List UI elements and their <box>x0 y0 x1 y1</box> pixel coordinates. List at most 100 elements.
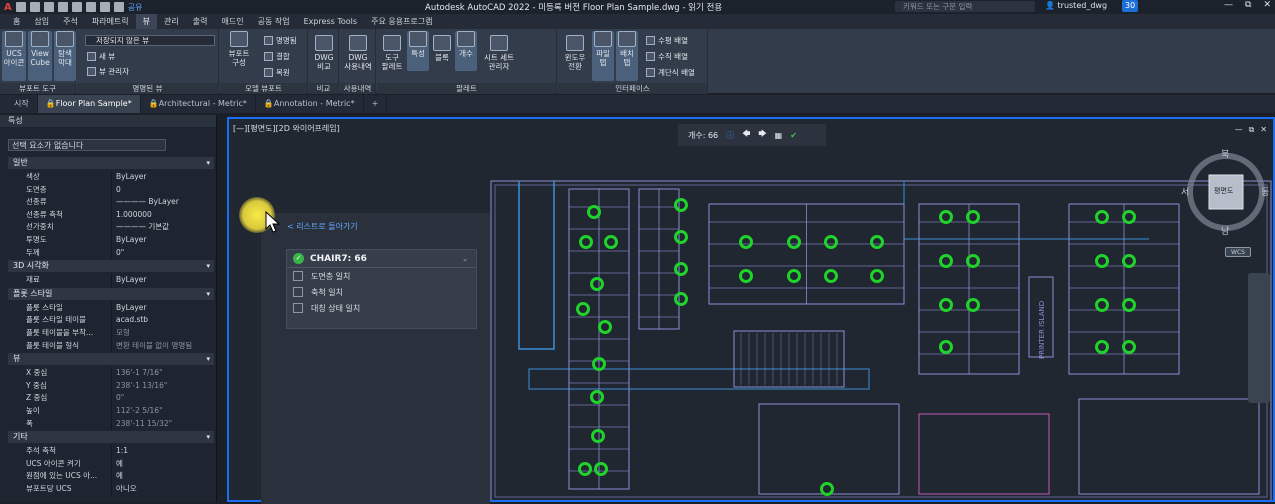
check-mirror-match[interactable]: 대칭 상태 일치 <box>287 300 476 316</box>
vp-minimize-button[interactable]: — <box>1235 125 1243 135</box>
web-mobile-icon[interactable] <box>71 2 82 12</box>
property-row[interactable]: 선종류 ———— ByLayer <box>8 196 214 209</box>
layout-tabs-button[interactable]: 배치 탭 <box>616 31 638 81</box>
new-tab-button[interactable]: + <box>364 95 388 113</box>
checkbox[interactable] <box>293 303 303 313</box>
property-value[interactable]: 모형 <box>112 327 130 340</box>
tab-collaborate[interactable]: 공동 작업 <box>251 14 297 29</box>
properties-button[interactable]: 특성 <box>407 31 429 71</box>
viewport-label[interactable]: [—][평면도][2D 와이어프레임] <box>233 123 340 134</box>
dwg-compare-button[interactable]: DWG 비교 <box>311 35 337 71</box>
property-row[interactable]: 플롯 스타일 테이블 acad.stb <box>8 314 214 327</box>
compass-east[interactable]: 동 <box>1261 185 1269 198</box>
property-row[interactable]: 선종류 축척 1.000000 <box>8 208 214 222</box>
tab-insert[interactable]: 삽입 <box>27 14 56 29</box>
check-scale-match[interactable]: 축척 일치 <box>287 284 476 300</box>
property-row[interactable]: 주석 축척 1:1 <box>8 445 214 458</box>
sheetset-manager-button[interactable]: 시트 세트 관리자 <box>481 35 517 71</box>
checkbox[interactable] <box>293 287 303 297</box>
doc-tab-floor-plan[interactable]: 🔒Floor Plan Sample* <box>37 95 141 113</box>
collapse-arrow-icon[interactable]: ▾ <box>206 260 210 272</box>
property-value[interactable]: acad.stb <box>112 314 148 327</box>
property-row[interactable]: Z 중심 0" <box>8 392 214 405</box>
close-button[interactable]: ✕ <box>1263 0 1271 10</box>
ucs-icon-button[interactable]: UCS 아이콘 <box>2 31 26 81</box>
tab-featured-apps[interactable]: 주요 응용프로그램 <box>364 14 439 29</box>
property-value[interactable]: 1.000000 <box>112 209 152 222</box>
restore-button[interactable]: ⧉ <box>1245 0 1251 10</box>
check-layer-match[interactable]: 도면층 일치 <box>287 268 476 284</box>
tab-view[interactable]: 뷰 <box>135 14 158 29</box>
search-input[interactable]: 키워드 또는 구문 입력 <box>895 1 1035 12</box>
property-value[interactable]: 0" <box>112 392 124 405</box>
tab-output[interactable]: 출력 <box>186 14 215 29</box>
property-value[interactable]: ———— ByLayer <box>112 196 179 209</box>
compass-north[interactable]: 북 <box>1221 147 1229 160</box>
property-row[interactable]: 원점에 있는 UCS 아... 예 <box>8 470 214 483</box>
property-value[interactable]: 변환 테이블 없이 명명됨 <box>112 340 192 353</box>
redo-icon[interactable] <box>113 2 124 12</box>
property-value[interactable]: ByLayer <box>112 234 147 247</box>
collapse-arrow-icon[interactable]: ▾ <box>206 353 210 365</box>
collapse-arrow-icon[interactable]: ▾ <box>206 157 210 169</box>
property-row[interactable]: 선가중치 ———— 기본값 <box>8 221 214 234</box>
open-icon[interactable] <box>29 2 40 12</box>
property-value[interactable]: ByLayer <box>112 171 147 184</box>
named-view-combo[interactable]: 저장되지 않은 뷰 <box>85 35 215 46</box>
selection-dropdown[interactable]: 선택 요소가 없습니다 <box>8 139 166 151</box>
property-row[interactable]: UCS 아이콘 켜기 예 <box>8 457 214 471</box>
autocad-logo[interactable]: A <box>4 2 12 13</box>
dwg-history-button[interactable]: DWG 사용내역 <box>341 35 375 71</box>
property-row[interactable]: 폭 238'-11 15/32" <box>8 417 214 431</box>
back-to-list-link[interactable]: < 리스트로 돌아가기 <box>287 221 358 232</box>
tile-vertical-button[interactable]: 수직 배열 <box>646 51 688 62</box>
tab-express-tools[interactable]: Express Tools <box>297 14 365 29</box>
property-value[interactable]: 0" <box>112 247 124 260</box>
vp-restore-button[interactable]: ⧉ <box>1249 125 1255 135</box>
viewport-config-button[interactable]: 뷰포트 구성 <box>224 31 254 67</box>
property-value[interactable]: 238'-11 15/32" <box>112 418 172 431</box>
collapse-arrow-icon[interactable]: ▾ <box>206 288 210 300</box>
property-row[interactable]: 두께 0" <box>8 246 214 260</box>
tool-palettes-button[interactable]: 도구 팔레트 <box>379 35 405 71</box>
confirm-check-icon[interactable]: ✔ <box>790 131 797 140</box>
tab-manage[interactable]: 관리 <box>157 14 186 29</box>
doc-tab-architectural[interactable]: 🔒Architectural - Metric* <box>141 95 256 113</box>
insert-table-icon[interactable]: ▦ <box>775 131 783 140</box>
previous-arrow-icon[interactable]: 🡄 <box>742 128 750 142</box>
drawing-viewport[interactable]: PRINTER ISLAND [—][평면도][2D 와이어프레임] — ⧉ ✕… <box>227 117 1275 504</box>
chevron-down-icon[interactable]: ⌄ <box>462 255 468 263</box>
property-value[interactable]: 112'-2 5/16" <box>112 405 163 418</box>
tab-annotate[interactable]: 주석 <box>56 14 85 29</box>
section-visualization-3d[interactable]: 3D 시각화 ▾ <box>8 260 214 273</box>
property-value[interactable]: 예 <box>112 470 123 483</box>
restore-viewport-button[interactable]: 복원 <box>264 67 290 78</box>
section-general[interactable]: 일반 ▾ <box>8 157 214 169</box>
property-value[interactable]: 238'-1 13/16" <box>112 380 167 393</box>
section-misc[interactable]: 기타 ▾ <box>8 431 214 444</box>
navigation-bar[interactable] <box>1248 273 1270 403</box>
minimize-button[interactable]: — <box>1224 0 1233 10</box>
section-view[interactable]: 뷰 ▾ <box>8 353 214 366</box>
join-viewport-button[interactable]: 결합 <box>264 51 290 62</box>
viewcube[interactable]: 평면도 북 남 서 동 <box>1181 147 1269 237</box>
tile-horizontal-button[interactable]: 수평 배열 <box>646 35 688 46</box>
blocks-button[interactable]: 블록 <box>431 35 453 62</box>
switch-windows-button[interactable]: 윈도우 전환 <box>562 35 588 71</box>
property-value[interactable]: 1:1 <box>112 445 128 458</box>
property-row[interactable]: 재료 ByLayer <box>8 274 214 287</box>
share-button[interactable]: 공유 <box>128 2 143 13</box>
property-value[interactable]: 136'-1 7/16" <box>112 367 163 380</box>
property-value[interactable]: ByLayer <box>112 302 147 315</box>
count-item-header[interactable]: ✓ CHAIR7: 66 ⌄ <box>287 250 476 268</box>
tab-home[interactable]: 홈 <box>6 14 27 29</box>
property-row[interactable]: X 중심 136'-1 7/16" <box>8 367 214 380</box>
property-row[interactable]: 높이 112'-2 5/16" <box>8 405 214 418</box>
property-row[interactable]: 색상 ByLayer <box>8 171 214 184</box>
plot-icon[interactable] <box>85 2 96 12</box>
tab-addins[interactable]: 애드인 <box>215 14 251 29</box>
file-tabs-button[interactable]: 파일 탭 <box>592 31 614 81</box>
info-icon[interactable]: ⓘ <box>726 130 734 141</box>
save-as-icon[interactable] <box>57 2 68 12</box>
undo-icon[interactable] <box>99 2 110 12</box>
